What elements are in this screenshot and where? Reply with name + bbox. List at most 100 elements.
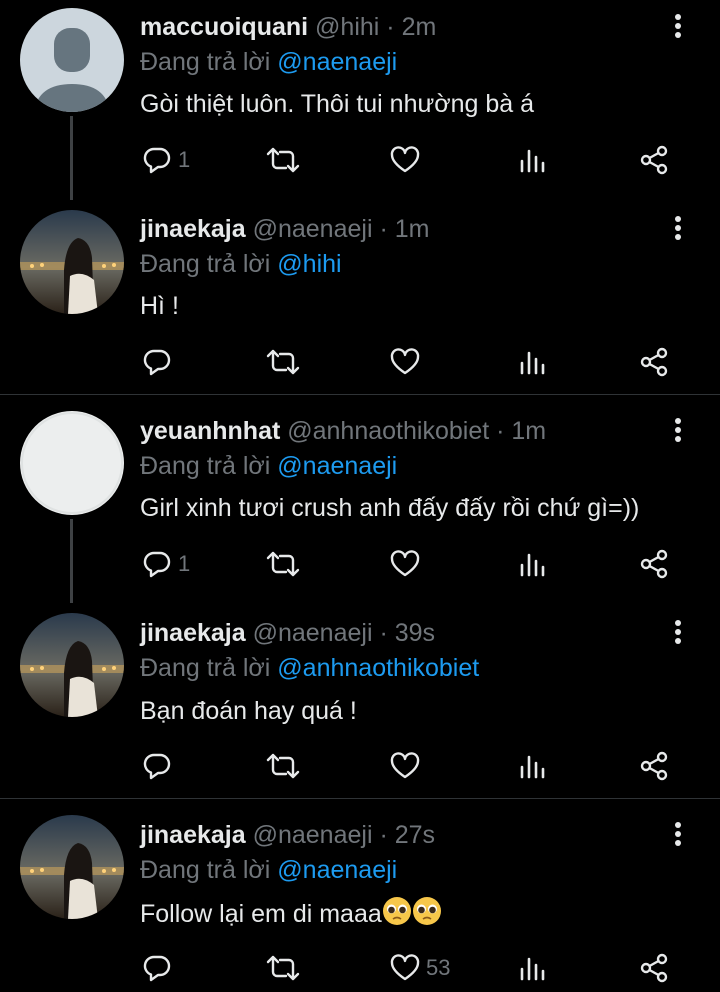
reply-icon (143, 753, 171, 780)
share-icon (640, 347, 668, 377)
like-button[interactable]: 53 (390, 950, 450, 986)
mention-link[interactable]: @naenaeji (277, 856, 397, 884)
reply-count: 1 (178, 147, 191, 172)
analytics-icon (520, 553, 545, 577)
tweet-0[interactable]: maccuoiquani @hihi · 2m Đang trả lời @na… (0, 0, 720, 200)
like-icon (390, 146, 420, 173)
more-icon[interactable] (666, 818, 690, 850)
username[interactable]: @naenaeji (253, 215, 373, 243)
timestamp[interactable]: 1m (395, 215, 430, 243)
reply-button[interactable] (142, 344, 178, 380)
mention-link[interactable]: @hihi (277, 250, 341, 278)
tweet-header: jinaekaja @naenaeji · 27s (140, 819, 435, 851)
analytics-icon (520, 755, 545, 779)
more-icon[interactable] (666, 616, 690, 648)
reply-button[interactable] (142, 950, 178, 986)
profile-photo[interactable] (20, 210, 124, 314)
share-icon (640, 145, 668, 175)
timestamp[interactable]: 1m (511, 417, 546, 445)
mention-link[interactable]: @anhnaothikobiet (277, 654, 479, 682)
username[interactable]: @naenaeji (253, 619, 373, 647)
like-icon (390, 550, 420, 577)
action-bar: 1 (138, 546, 698, 582)
like-count: 53 (426, 955, 451, 980)
reply-button[interactable]: 1 (142, 142, 190, 178)
retweet-button[interactable] (266, 142, 300, 178)
tweet-text: Hì ! (140, 292, 179, 320)
analytics-button[interactable] (517, 950, 547, 986)
like-button[interactable] (390, 344, 426, 380)
replying-to-label: Đang trả lời (140, 452, 271, 480)
action-bar: 53 (138, 950, 698, 986)
like-button[interactable] (390, 142, 426, 178)
pleading-face-emoji (412, 896, 442, 934)
tweet-4[interactable]: jinaekaja @naenaeji · 27s Đang trả lời @… (0, 799, 720, 992)
replying-to: Đang trả lời @anhnaothikobiet (140, 652, 479, 684)
replying-to: Đang trả lời @naenaeji (140, 46, 397, 78)
retweet-button[interactable] (266, 344, 300, 380)
more-icon[interactable] (666, 414, 690, 446)
username[interactable]: @hihi (315, 13, 379, 41)
replying-to: Đang trả lời @naenaeji (140, 450, 397, 482)
separator-dot: · (379, 215, 388, 243)
mention-link[interactable]: @naenaeji (277, 452, 397, 480)
timestamp[interactable]: 27s (395, 821, 435, 849)
more-icon[interactable] (666, 10, 690, 42)
thread-line (70, 519, 73, 603)
tweet-text: Follow lại em di maaa (140, 896, 442, 934)
like-button[interactable] (390, 546, 426, 582)
tweet-text: Bạn đoán hay quá ! (140, 697, 357, 725)
analytics-button[interactable] (517, 546, 547, 582)
reply-icon (143, 551, 171, 578)
retweet-button[interactable] (266, 748, 300, 784)
like-button[interactable] (390, 748, 426, 784)
reply-button[interactable] (142, 748, 178, 784)
retweet-button[interactable] (266, 950, 300, 986)
analytics-button[interactable] (517, 142, 547, 178)
tweet-text: Girl xinh tươi crush anh đấy đấy rồi chứ… (140, 494, 640, 522)
retweet-icon (266, 551, 300, 577)
display-name[interactable]: jinaekaja (140, 215, 246, 243)
share-button[interactable] (638, 546, 670, 582)
display-name[interactable]: jinaekaja (140, 821, 246, 849)
tweet-header: maccuoiquani @hihi · 2m (140, 11, 436, 43)
share-button[interactable] (638, 344, 670, 380)
replying-to: Đang trả lời @naenaeji (140, 854, 397, 886)
tweet-1[interactable]: jinaekaja @naenaeji · 1m Đang trả lời @h… (0, 196, 720, 394)
like-icon (390, 954, 420, 981)
profile-photo[interactable] (20, 411, 124, 515)
timestamp[interactable]: 39s (395, 619, 435, 647)
tweet-header: jinaekaja @naenaeji · 1m (140, 213, 429, 245)
display-name[interactable]: yeuanhnhat (140, 417, 280, 445)
action-bar (138, 748, 698, 784)
username[interactable]: @anhnaothikobiet (287, 417, 489, 445)
profile-photo[interactable] (20, 815, 124, 919)
username[interactable]: @naenaeji (253, 821, 373, 849)
tweet-2[interactable]: yeuanhnhat @anhnaothikobiet · 1m Đang tr… (0, 395, 720, 603)
tweet-3[interactable]: jinaekaja @naenaeji · 39s Đang trả lời @… (0, 595, 720, 798)
analytics-button[interactable] (517, 344, 547, 380)
default-avatar[interactable] (20, 8, 124, 112)
share-icon (640, 751, 668, 781)
retweet-icon (266, 955, 300, 981)
analytics-icon (520, 149, 545, 173)
tweet-text: Gòi thiệt luôn. Thôi tui nhường bà á (140, 90, 535, 118)
tweet-header: yeuanhnhat @anhnaothikobiet · 1m (140, 415, 546, 447)
reply-button[interactable]: 1 (142, 546, 190, 582)
separator-dot: · (379, 619, 388, 647)
tweet-header: jinaekaja @naenaeji · 39s (140, 617, 435, 649)
display-name[interactable]: maccuoiquani (140, 13, 308, 41)
display-name[interactable]: jinaekaja (140, 619, 246, 647)
share-button[interactable] (638, 142, 670, 178)
mention-link[interactable]: @naenaeji (277, 48, 397, 76)
analytics-button[interactable] (517, 748, 547, 784)
share-button[interactable] (638, 748, 670, 784)
separator-dot: · (379, 821, 388, 849)
retweet-button[interactable] (266, 546, 300, 582)
share-button[interactable] (638, 950, 670, 986)
profile-photo[interactable] (20, 613, 124, 717)
separator-dot: · (386, 13, 395, 41)
more-icon[interactable] (666, 212, 690, 244)
replying-to-label: Đang trả lời (140, 856, 271, 884)
timestamp[interactable]: 2m (402, 13, 437, 41)
